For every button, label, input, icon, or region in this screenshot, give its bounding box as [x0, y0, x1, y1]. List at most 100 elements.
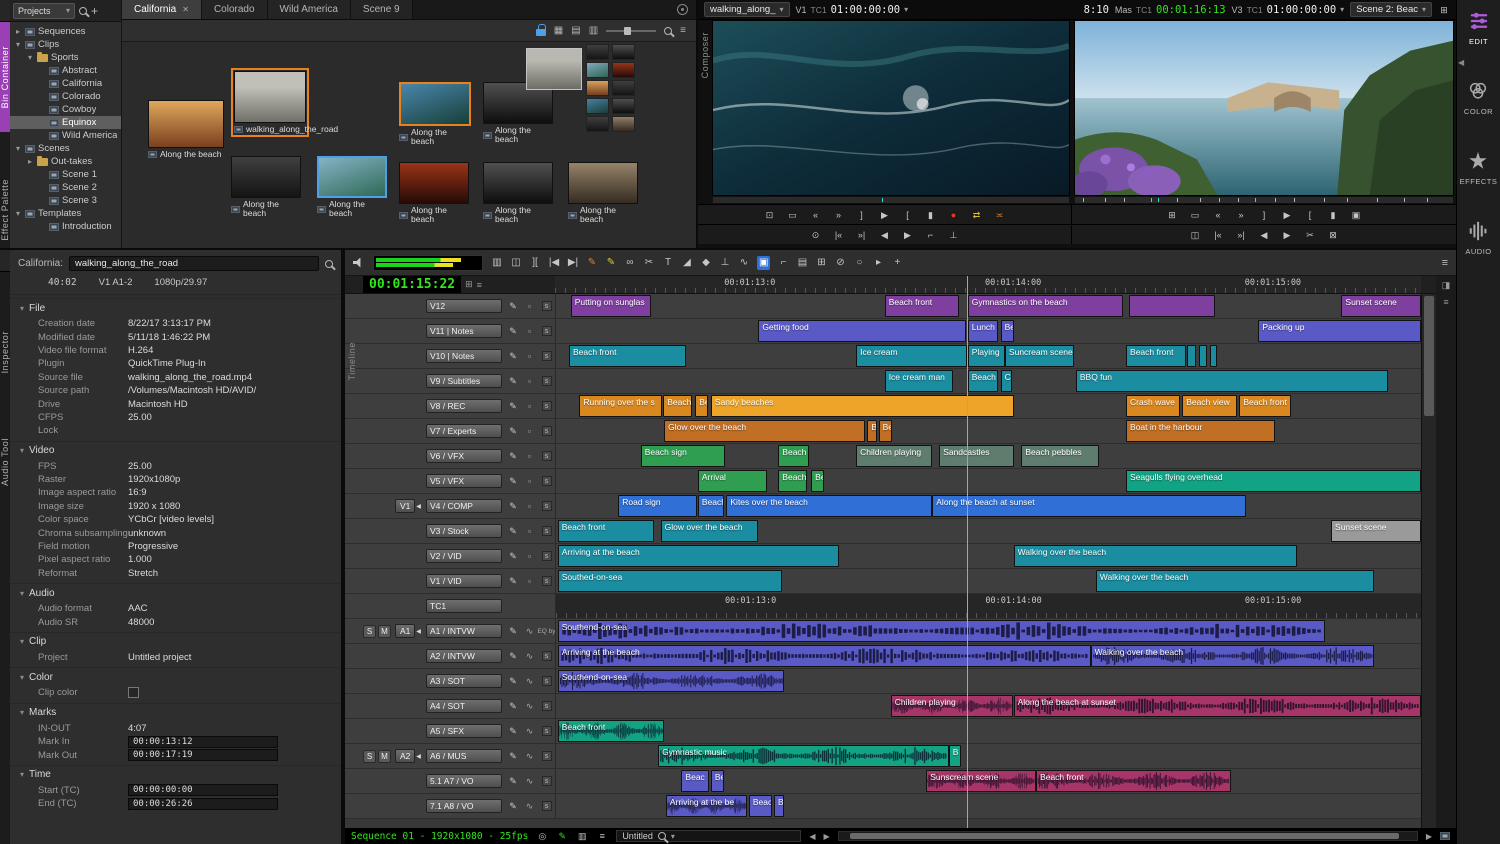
composer-settings-icon[interactable]: ⊞	[1438, 3, 1450, 17]
clip-be[interactable]: Be	[1001, 320, 1014, 342]
record-monitor[interactable]	[1074, 20, 1454, 196]
transport-play-icon[interactable]: ▶	[1281, 208, 1293, 222]
clip-beach[interactable]: Beach	[778, 470, 807, 492]
bin-tab-california[interactable]: California✕	[122, 0, 202, 19]
transport-mark-locators-icon[interactable]: ⌐	[925, 228, 937, 242]
clip-sunset-scene[interactable]: Sunset scene	[1341, 295, 1421, 317]
track-edit-pencil-icon[interactable]: ✎	[509, 751, 517, 762]
clip-beach[interactable]: Beach	[698, 495, 724, 517]
scroll-right-icon[interactable]: ▶	[823, 832, 829, 841]
tool-trim-b-side-icon[interactable]: ▶|	[567, 256, 579, 270]
track-edit-pencil-icon[interactable]: ✎	[509, 426, 517, 437]
track-edit-pencil-icon[interactable]: ✎	[509, 376, 517, 387]
section-header-marks[interactable]: ▾Marks	[10, 703, 341, 722]
clip-beach-sign[interactable]: Beach sign	[641, 445, 725, 467]
clip-be[interactable]: Be	[711, 770, 724, 792]
transport-stop-icon[interactable]: ▮	[925, 208, 937, 222]
mini-frame[interactable]	[586, 98, 609, 114]
sidebar-item-california[interactable]: California	[10, 77, 121, 90]
collapse-icon[interactable]: ▾	[20, 446, 24, 455]
tab-inspector[interactable]: Inspector	[0, 312, 10, 392]
clip-beach-front[interactable]: Beach front	[1036, 770, 1231, 792]
transport-splice-in-icon[interactable]: ⇄	[971, 208, 983, 222]
clip-arriving-at-the-beach[interactable]: Arriving at the beach	[558, 645, 1091, 667]
transport-rewind-icon[interactable]: «	[810, 208, 822, 222]
solo-chip[interactable]: s	[542, 501, 552, 511]
track-button-a3[interactable]: A3 / SOT	[426, 674, 502, 689]
clip-beach-view[interactable]: Beach view	[1182, 395, 1236, 417]
timeline-ruler[interactable]: 00:01:13:000:01:14:0000:01:15:00	[555, 276, 1421, 293]
waveform-icon[interactable]: ∿	[526, 776, 534, 787]
track-button-v4[interactable]: V4 / COMP	[426, 499, 502, 514]
bin-clip-along-the-beach[interactable]: Along the beach	[568, 162, 638, 224]
track-edit-pencil-icon[interactable]: ✎	[509, 726, 517, 737]
text-view-icon[interactable]: ▥	[589, 25, 598, 36]
track-edit-pencil-icon[interactable]: ✎	[509, 576, 517, 587]
monitor-icon[interactable]: ▫	[528, 401, 531, 411]
clip-c[interactable]: C	[1001, 370, 1012, 392]
tool-marker-orange-icon[interactable]: ✎	[586, 256, 598, 270]
track-edit-pencil-icon[interactable]: ✎	[509, 476, 517, 487]
solo-chip[interactable]: s	[542, 476, 552, 486]
disclosure-icon[interactable]: ▾	[26, 53, 34, 62]
source-position-bar[interactable]	[712, 196, 1070, 204]
solo-chip[interactable]: s	[542, 301, 552, 311]
waveform-icon[interactable]: ∿	[526, 626, 534, 637]
transport-next-edit-icon[interactable]: »|	[1235, 228, 1247, 242]
search-icon[interactable]	[79, 7, 87, 15]
monitor-icon[interactable]: ▫	[528, 351, 531, 361]
clip-arriving-at-the-beach[interactable]: Arriving at the beach	[558, 545, 839, 567]
tool-focus-icon[interactable]: ▣	[757, 256, 770, 270]
clip-along-the-beach-at-sunset[interactable]: Along the beach at sunset	[932, 495, 1246, 517]
clip-walking-over-the-beach[interactable]: Walking over the beach	[1096, 570, 1375, 592]
inspector-search-icon[interactable]	[325, 260, 333, 268]
sidebar-item-out-takes[interactable]: ▸Out-takes	[10, 155, 121, 168]
clip-be[interactable]: Be	[774, 795, 784, 817]
bin-clip-along-the-beach[interactable]: Along the beach	[483, 162, 553, 224]
source-timecode[interactable]: V1 TC1 01:00:00:00 ▾	[796, 4, 909, 16]
track-button-v9[interactable]: V9 / Subtitles	[426, 374, 502, 389]
transport-rewind-icon[interactable]: «	[1212, 208, 1224, 222]
tool-loop-play-icon[interactable]: ○	[853, 256, 865, 270]
close-icon[interactable]: ✕	[182, 5, 189, 14]
clip-kites-over-the-beach[interactable]: Kites over the beach	[726, 495, 932, 517]
frame-view-icon[interactable]: ▦	[554, 25, 563, 36]
clip-text-icon[interactable]: ✎	[556, 829, 568, 843]
mini-frame[interactable]	[612, 80, 635, 96]
clip-beach-front[interactable]: Beach front	[558, 720, 664, 742]
clip-arriving-at-the-be[interactable]: Arriving at the be	[666, 795, 747, 817]
source-track-v1[interactable]: V1	[395, 499, 415, 514]
bin-clip-along-the-beach[interactable]: Along the beach	[231, 156, 301, 218]
solo-chip[interactable]: s	[542, 801, 552, 811]
monitor-icon[interactable]: ▫	[528, 551, 531, 561]
transport-go-prev-edit-icon[interactable]: |«	[833, 228, 845, 242]
solo-chip[interactable]: s	[542, 676, 552, 686]
tool-fade-effect-icon[interactable]: ◢	[681, 256, 693, 270]
tool-audio-waveform-icon[interactable]: ∿	[738, 256, 750, 270]
waveform-icon[interactable]: ∿	[526, 651, 534, 662]
mini-frame[interactable]	[612, 116, 635, 132]
timeline-fast-menu-icon[interactable]: ≡	[1442, 257, 1448, 269]
clip-thumbnail[interactable]	[399, 162, 469, 204]
disclosure-icon[interactable]: ▸	[14, 27, 22, 36]
track-edit-pencil-icon[interactable]: ✎	[509, 776, 517, 787]
solo-chip[interactable]: s	[542, 401, 552, 411]
source-track-a1[interactable]: A1	[395, 624, 415, 639]
clip-ice-cream[interactable]: Ice cream	[856, 345, 967, 367]
record-scene-menu[interactable]: Scene 2: Beac ▾	[1350, 2, 1432, 17]
collapse-icon[interactable]: ▾	[20, 770, 24, 779]
track-button-v2[interactable]: V2 / VID	[426, 549, 502, 564]
mini-frame[interactable]	[586, 62, 609, 78]
solo-chip[interactable]: s	[542, 351, 552, 361]
clip-walking-over-the-beach[interactable]: Walking over the beach	[1014, 545, 1298, 567]
transport-go-to-out-icon[interactable]: ]	[1258, 208, 1270, 222]
track-edit-pencil-icon[interactable]: ✎	[509, 801, 517, 812]
clip-thumbnail[interactable]	[399, 82, 471, 126]
bin-clip-along-the-beach[interactable]: Along the beach	[317, 156, 387, 218]
collapse-icon[interactable]: ▾	[20, 708, 24, 717]
clip-b[interactable]: B	[867, 420, 877, 442]
clip-b[interactable]: B	[949, 745, 961, 767]
tool-link-icon[interactable]: ∞	[624, 256, 636, 270]
transport-toggle-monitor-icon[interactable]: ◫	[1189, 228, 1201, 242]
disclosure-icon[interactable]: ▾	[14, 209, 22, 218]
